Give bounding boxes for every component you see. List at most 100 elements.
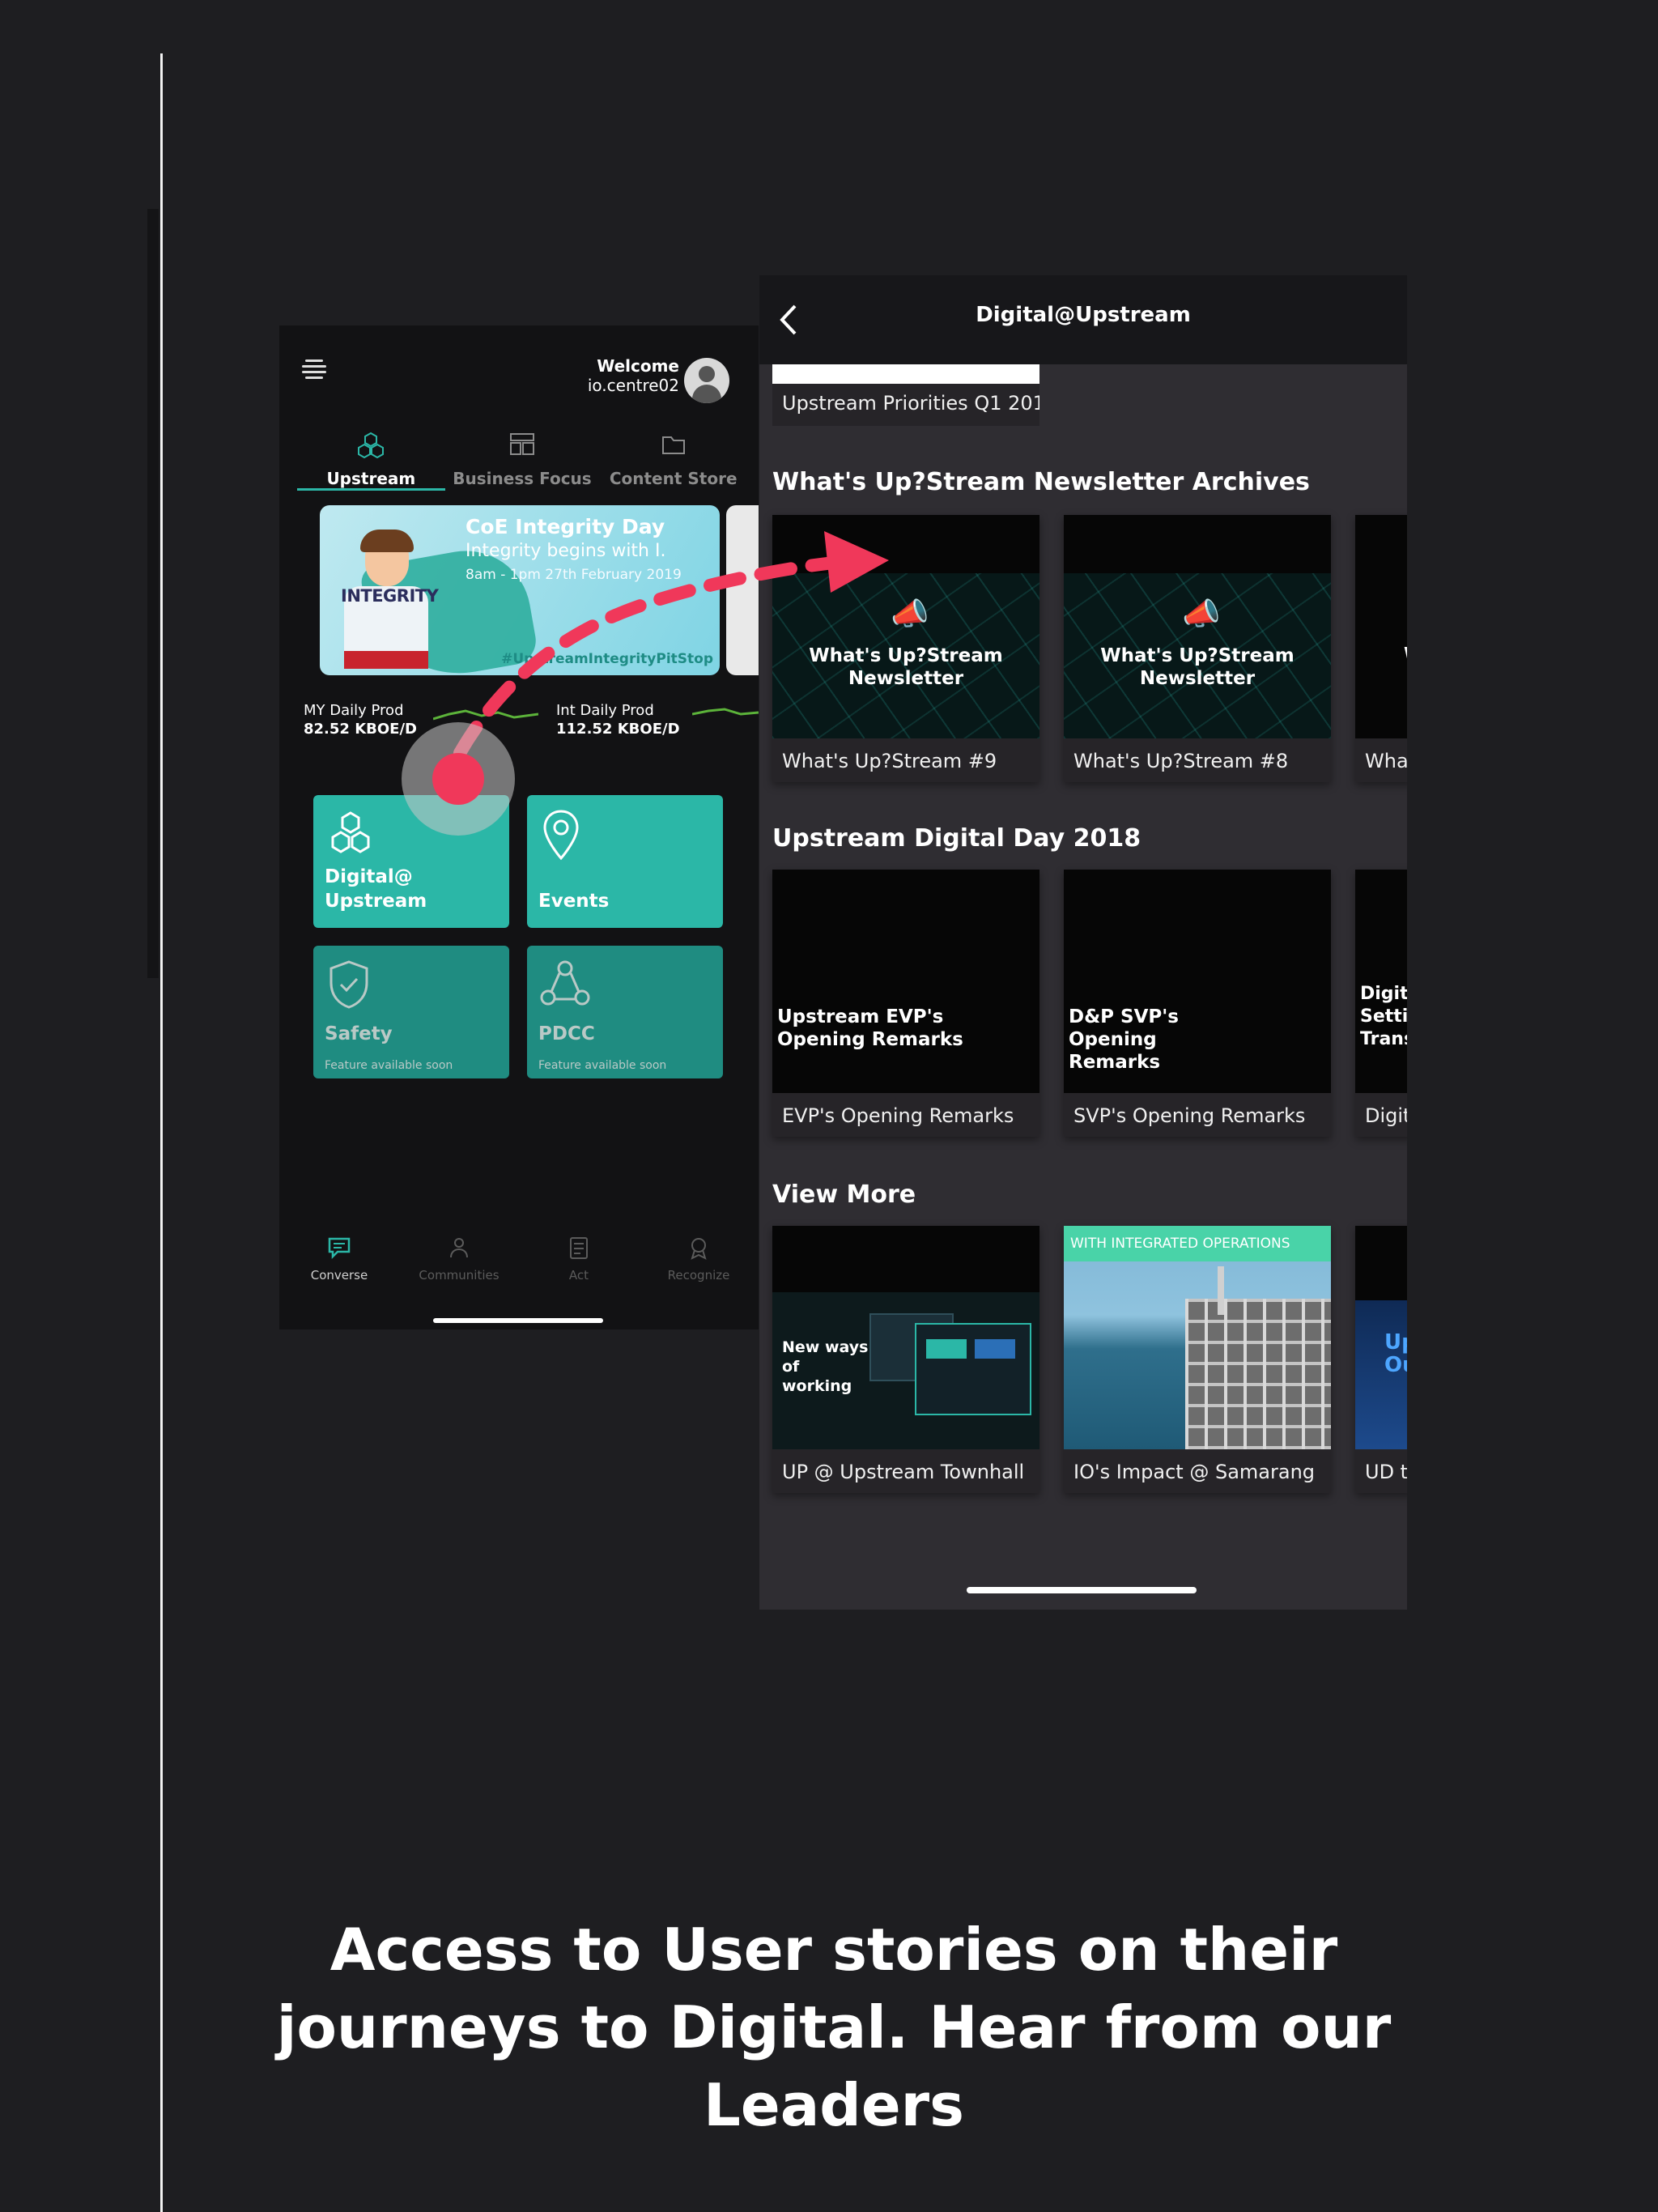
banner-title: CoE Integrity Day bbox=[466, 515, 665, 538]
folder-icon bbox=[661, 436, 685, 454]
shield-icon bbox=[329, 960, 368, 1009]
next-banner-peek[interactable] bbox=[726, 505, 759, 675]
chat-icon bbox=[328, 1237, 351, 1260]
my-daily-prod: MY Daily Prod 82.52 KBOE/D bbox=[304, 701, 417, 738]
card-digital-peek[interactable]: Digit Settin Trans Digit bbox=[1355, 870, 1407, 1137]
int-daily-prod-value: 112.52 KBOE/D bbox=[556, 721, 680, 738]
tile-safety-label: Safety bbox=[325, 1023, 393, 1044]
card-thumbnail: Up Our bbox=[1355, 1226, 1407, 1449]
cubes-icon bbox=[358, 432, 385, 459]
tile-pdcc: PDCC Feature available soon bbox=[527, 946, 723, 1078]
card-caption: What's Up?Stream #8 bbox=[1073, 750, 1289, 772]
thumb-text: WITH INTEGRATED OPERATIONS bbox=[1070, 1236, 1290, 1252]
card-caption: Wha bbox=[1365, 750, 1407, 772]
tile-events[interactable]: Events bbox=[527, 795, 723, 928]
home-screen-phone: Welcome io.centre02 Upstream Business Fo… bbox=[279, 325, 759, 1329]
my-daily-prod-value: 82.52 KBOE/D bbox=[304, 721, 417, 738]
card-evp-remarks[interactable]: Upstream EVP's Opening Remarks EVP's Ope… bbox=[772, 870, 1039, 1137]
nav-converse-label: Converse bbox=[310, 1268, 368, 1283]
card-thumbnail: 📣 What's Up?Stream Newsletter bbox=[1064, 515, 1331, 738]
welcome-text: Welcome bbox=[597, 356, 679, 376]
thumb-text: Digit Settin Trans bbox=[1360, 984, 1407, 1049]
banner-hashtag: #UpstreamIntegrityPitStop bbox=[501, 651, 713, 667]
card-newsletter-9[interactable]: 📣 What's Up?Stream Newsletter What's Up?… bbox=[772, 515, 1039, 782]
checklist-icon bbox=[570, 1237, 588, 1259]
divider-line bbox=[160, 53, 163, 2212]
banner-date: 8am - 1pm 27th February 2019 bbox=[466, 567, 682, 583]
tile-digital-label: Digital@ Upstream bbox=[325, 866, 427, 912]
megaphone-icon: 📣 bbox=[891, 596, 929, 632]
tile-pdcc-sub: Feature available soon bbox=[538, 1059, 667, 1072]
tile-safety: Safety Feature available soon bbox=[313, 946, 509, 1078]
tile-events-label: Events bbox=[538, 891, 610, 912]
menu-icon[interactable] bbox=[300, 356, 328, 389]
tab-content-store[interactable]: Content Store bbox=[597, 431, 749, 491]
card-thumbnail: Digit Settin Trans bbox=[1355, 870, 1407, 1093]
card-caption: UP @ Upstream Townhall bbox=[782, 1461, 1025, 1483]
thumb-text: W bbox=[1404, 644, 1407, 666]
oil-platform-illustration bbox=[1185, 1299, 1331, 1449]
card-caption: Upstream Priorities Q1 2019 bbox=[782, 392, 1039, 415]
card-caption: UD t bbox=[1365, 1461, 1407, 1483]
nav-act[interactable]: Act bbox=[519, 1223, 639, 1295]
home-indicator bbox=[433, 1318, 603, 1323]
megaphone-icon: 📣 bbox=[1182, 596, 1221, 632]
tab-business-focus[interactable]: Business Focus bbox=[447, 431, 598, 491]
nav-converse[interactable]: Converse bbox=[279, 1223, 399, 1295]
my-prod-sparkline bbox=[433, 709, 538, 721]
integrity-day-banner[interactable]: INTEGRITY CoE Integrity Day Integrity be… bbox=[320, 505, 720, 675]
tab-upstream[interactable]: Upstream bbox=[295, 431, 447, 491]
thumb-text: What's Up?Stream Newsletter bbox=[809, 645, 1003, 689]
section-title-view-more: View More bbox=[772, 1180, 916, 1209]
int-prod-sparkline bbox=[692, 708, 759, 716]
home-indicator bbox=[967, 1587, 1197, 1593]
card-caption: EVP's Opening Remarks bbox=[782, 1104, 1014, 1127]
card-caption: IO's Impact @ Samarang bbox=[1073, 1461, 1316, 1483]
screen-title: Digital@Upstream bbox=[976, 303, 1191, 327]
welcome-block: Welcome io.centre02 bbox=[588, 356, 679, 395]
map-pin-icon bbox=[543, 810, 579, 861]
tab-content-store-label: Content Store bbox=[609, 469, 738, 488]
thumb-text: New ways of working bbox=[782, 1338, 869, 1395]
card-caption: What's Up?Stream #9 bbox=[782, 750, 997, 772]
nav-header: Digital@Upstream bbox=[759, 275, 1407, 364]
username-text: io.centre02 bbox=[587, 376, 679, 395]
card-newsletter-peek[interactable]: W Wha bbox=[1355, 515, 1407, 782]
tab-upstream-label: Upstream bbox=[326, 469, 416, 488]
top-tabs: Upstream Business Focus Content Store bbox=[295, 431, 749, 491]
dashboard-icon bbox=[510, 433, 534, 455]
nav-act-label: Act bbox=[568, 1268, 589, 1283]
nav-recognize[interactable]: Recognize bbox=[639, 1223, 759, 1295]
marketing-headline: Access to User stories on their journeys… bbox=[276, 1916, 1392, 2139]
tile-pdcc-label: PDCC bbox=[538, 1023, 595, 1044]
tile-digital-upstream[interactable]: Digital@ Upstream bbox=[313, 795, 509, 928]
nav-communities-label: Communities bbox=[419, 1268, 500, 1283]
upstream-priorities-card[interactable]: Upstream Priorities Q1 2019 bbox=[772, 364, 1039, 426]
tile-safety-sub: Feature available soon bbox=[325, 1059, 453, 1072]
thumb-text: D&P SVP's Opening Remarks bbox=[1069, 1006, 1179, 1073]
avatar-icon[interactable] bbox=[684, 358, 729, 403]
card-townhall[interactable]: New ways of working UP @ Upstream Townha… bbox=[772, 1226, 1039, 1493]
nav-communities[interactable]: Communities bbox=[399, 1223, 519, 1295]
tab-business-focus-label: Business Focus bbox=[453, 469, 592, 488]
thumb-text: Upstream EVP's Opening Remarks bbox=[777, 1006, 963, 1050]
cubes-icon bbox=[331, 811, 370, 853]
my-daily-prod-label: MY Daily Prod bbox=[304, 702, 404, 719]
background-frame-edge bbox=[147, 209, 159, 978]
thumb-text: What's Up?Stream Newsletter bbox=[1100, 645, 1295, 689]
card-thumbnail: Upstream EVP's Opening Remarks bbox=[772, 870, 1039, 1093]
int-daily-prod-label: Int Daily Prod bbox=[556, 702, 654, 719]
thumb-text: Up Our bbox=[1384, 1330, 1407, 1377]
bottom-nav: Converse Communities Act Recognize bbox=[279, 1223, 759, 1295]
card-newsletter-8[interactable]: 📣 What's Up?Stream Newsletter What's Up?… bbox=[1064, 515, 1331, 782]
card-caption: Digit bbox=[1365, 1104, 1407, 1127]
card-caption: SVP's Opening Remarks bbox=[1073, 1104, 1306, 1127]
digital-upstream-phone: Digital@Upstream Upstream Priorities Q1 … bbox=[759, 275, 1407, 1610]
card-ud-peek[interactable]: Up Our UD t bbox=[1355, 1226, 1407, 1493]
card-thumbnail: 📣 What's Up?Stream Newsletter bbox=[772, 515, 1039, 738]
nav-recognize-label: Recognize bbox=[667, 1268, 730, 1283]
card-io-impact[interactable]: WITH INTEGRATED OPERATIONS IO's Impact @… bbox=[1064, 1226, 1331, 1493]
int-daily-prod: Int Daily Prod 112.52 KBOE/D bbox=[556, 701, 680, 738]
card-thumbnail: W bbox=[1355, 515, 1407, 738]
card-svp-remarks[interactable]: D&P SVP's Opening Remarks SVP's Opening … bbox=[1064, 870, 1331, 1137]
